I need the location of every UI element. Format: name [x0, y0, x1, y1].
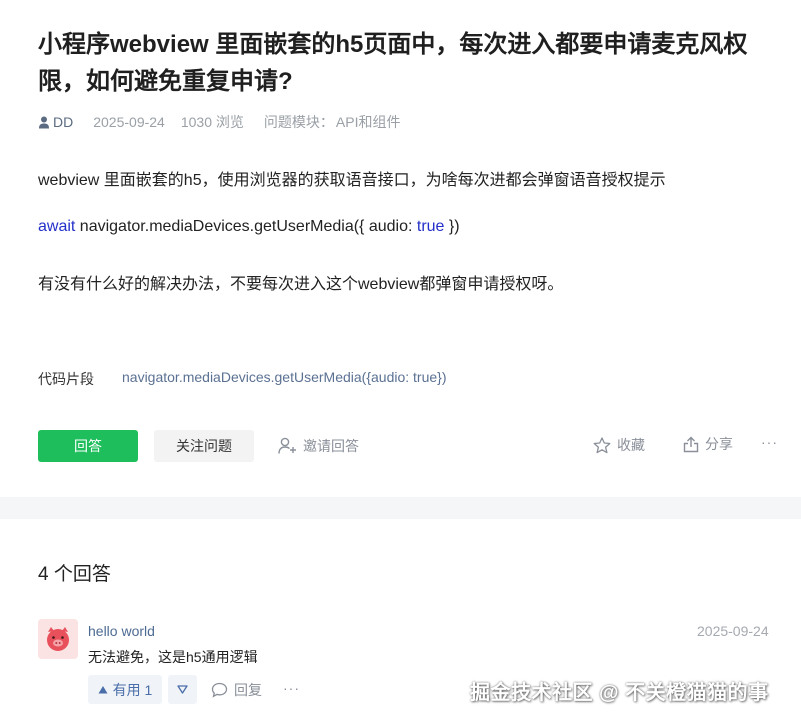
author-name: DD	[53, 114, 74, 130]
more-options-button[interactable]: ···	[761, 434, 778, 450]
share-button[interactable]: 分享	[683, 434, 733, 454]
module-label: 问题模块：	[263, 114, 334, 130]
add-user-icon	[278, 437, 296, 454]
watermark-text: 掘金技术社区 @ 不关橙猫猫的事	[470, 682, 769, 704]
reply-label: 回复	[234, 682, 262, 698]
snippet-code[interactable]: navigator.mediaDevices.getUserMedia({aud…	[122, 369, 447, 385]
comment-icon	[211, 682, 228, 698]
share-icon	[683, 436, 699, 452]
question-meta: DD 2025-09-24 1030 浏览 问题模块： API和组件	[38, 112, 400, 132]
code-keyword-await: await	[38, 218, 76, 235]
downvote-button[interactable]	[168, 675, 197, 704]
triangle-up-icon	[98, 686, 108, 694]
question-title: 小程序webview 里面嵌套的h5页面中，每次进入都要申请麦克风权限，如何避免…	[38, 31, 748, 95]
favorite-label: 收藏	[617, 437, 645, 453]
question-body-line: webview 里面嵌套的h5，使用浏览器的获取语音接口，为啥每次进都会弹窗语音…	[38, 172, 666, 189]
module-value[interactable]: API和组件	[336, 112, 401, 132]
code-end: })	[444, 218, 460, 235]
follow-question-button[interactable]: 关注问题	[154, 430, 254, 462]
question-code-line: await navigator.mediaDevices.getUserMedi…	[38, 218, 460, 236]
snippet-label: 代码片段	[38, 371, 94, 387]
code-call: navigator.mediaDevices.getUserMedia({ au…	[75, 218, 417, 235]
answer-author[interactable]: hello world	[88, 623, 155, 639]
answer-button[interactable]: 回答	[38, 430, 138, 462]
section-divider	[0, 497, 801, 519]
upvote-button[interactable]: 有用 1	[88, 675, 162, 704]
pig-avatar-icon	[38, 619, 78, 659]
favorite-button[interactable]: 收藏	[593, 435, 645, 455]
share-label: 分享	[705, 436, 733, 452]
user-icon	[39, 116, 49, 128]
invite-answer-button[interactable]: 邀请回答	[278, 436, 359, 456]
answer-more-button[interactable]: ···	[283, 680, 300, 696]
answer-text: 无法避免，这是h5通用逻辑	[88, 649, 258, 665]
answer-date: 2025-09-24	[697, 623, 769, 639]
invite-answer-label: 邀请回答	[303, 438, 359, 454]
question-date: 2025-09-24	[93, 114, 165, 130]
answers-count: 4 个回答	[38, 564, 111, 585]
question-body-line: 有没有什么好的解决办法，不要每次进入这个webview都弹窗申请授权呀。	[38, 276, 564, 293]
code-keyword-true: true	[416, 218, 445, 235]
author-link[interactable]: DD	[38, 114, 73, 130]
triangle-down-icon	[177, 685, 188, 694]
star-icon	[593, 436, 611, 453]
reply-button[interactable]: 回复	[211, 680, 262, 700]
view-count: 1030 浏览	[180, 114, 244, 130]
avatar[interactable]	[38, 619, 78, 659]
upvote-label: 有用 1	[112, 681, 153, 698]
